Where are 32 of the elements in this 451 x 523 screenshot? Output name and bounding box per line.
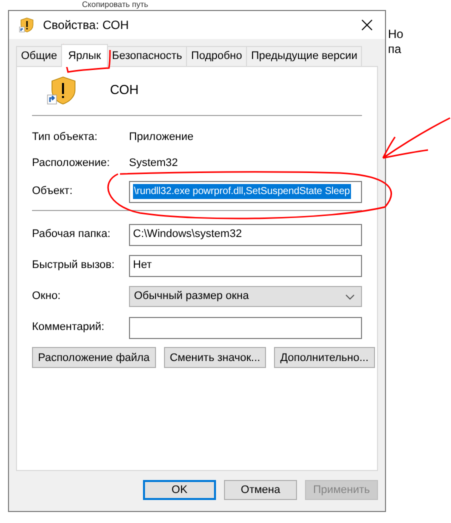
field-label: Расположение: [32, 156, 111, 171]
background-text: па [388, 42, 402, 56]
close-icon[interactable] [361, 19, 373, 31]
field-label: Объект: [32, 184, 74, 200]
input-field[interactable] [129, 316, 362, 338]
field-label: Тип объекта: [32, 130, 98, 145]
field-value: System32 [129, 156, 178, 171]
annotation-arrow [382, 117, 451, 159]
background-text: Но [388, 27, 404, 41]
dialog-button[interactable]: Отмена [224, 480, 297, 500]
field-label: Рабочая папка: [32, 227, 112, 242]
dialog-button[interactable]: OK [143, 480, 216, 500]
tab[interactable]: Ярлык [61, 44, 108, 67]
input-field[interactable]: \rundll32.exe powrprof.dll,SetSuspendState Sleep [129, 180, 362, 202]
field-label: Быстрый вызов: [32, 258, 116, 274]
background-text: Скопировать путь [82, 0, 148, 9]
shield-icon [19, 17, 35, 33]
chevron-icon [345, 294, 355, 300]
shield-icon [47, 75, 77, 105]
shortcut-name: СОН [110, 81, 139, 100]
action-button[interactable]: Дополнительно... [274, 347, 375, 368]
tab[interactable]: Общие [16, 46, 62, 66]
window-title: Свойства: СОН [43, 17, 129, 34]
tab[interactable]: Предыдущие версии [246, 46, 362, 66]
input-field[interactable]: C:\Windows\system32 [129, 224, 362, 246]
dropdown[interactable]: Обычный размер окна [129, 286, 362, 307]
action-button[interactable]: Сменить значок... [164, 347, 266, 368]
field-label: Окно: [32, 289, 62, 304]
action-button[interactable]: Расположение файла [32, 347, 156, 368]
field-value: Приложение [129, 130, 194, 145]
field-label: Комментарий: [32, 320, 106, 336]
input-field[interactable]: Нет [129, 254, 362, 276]
